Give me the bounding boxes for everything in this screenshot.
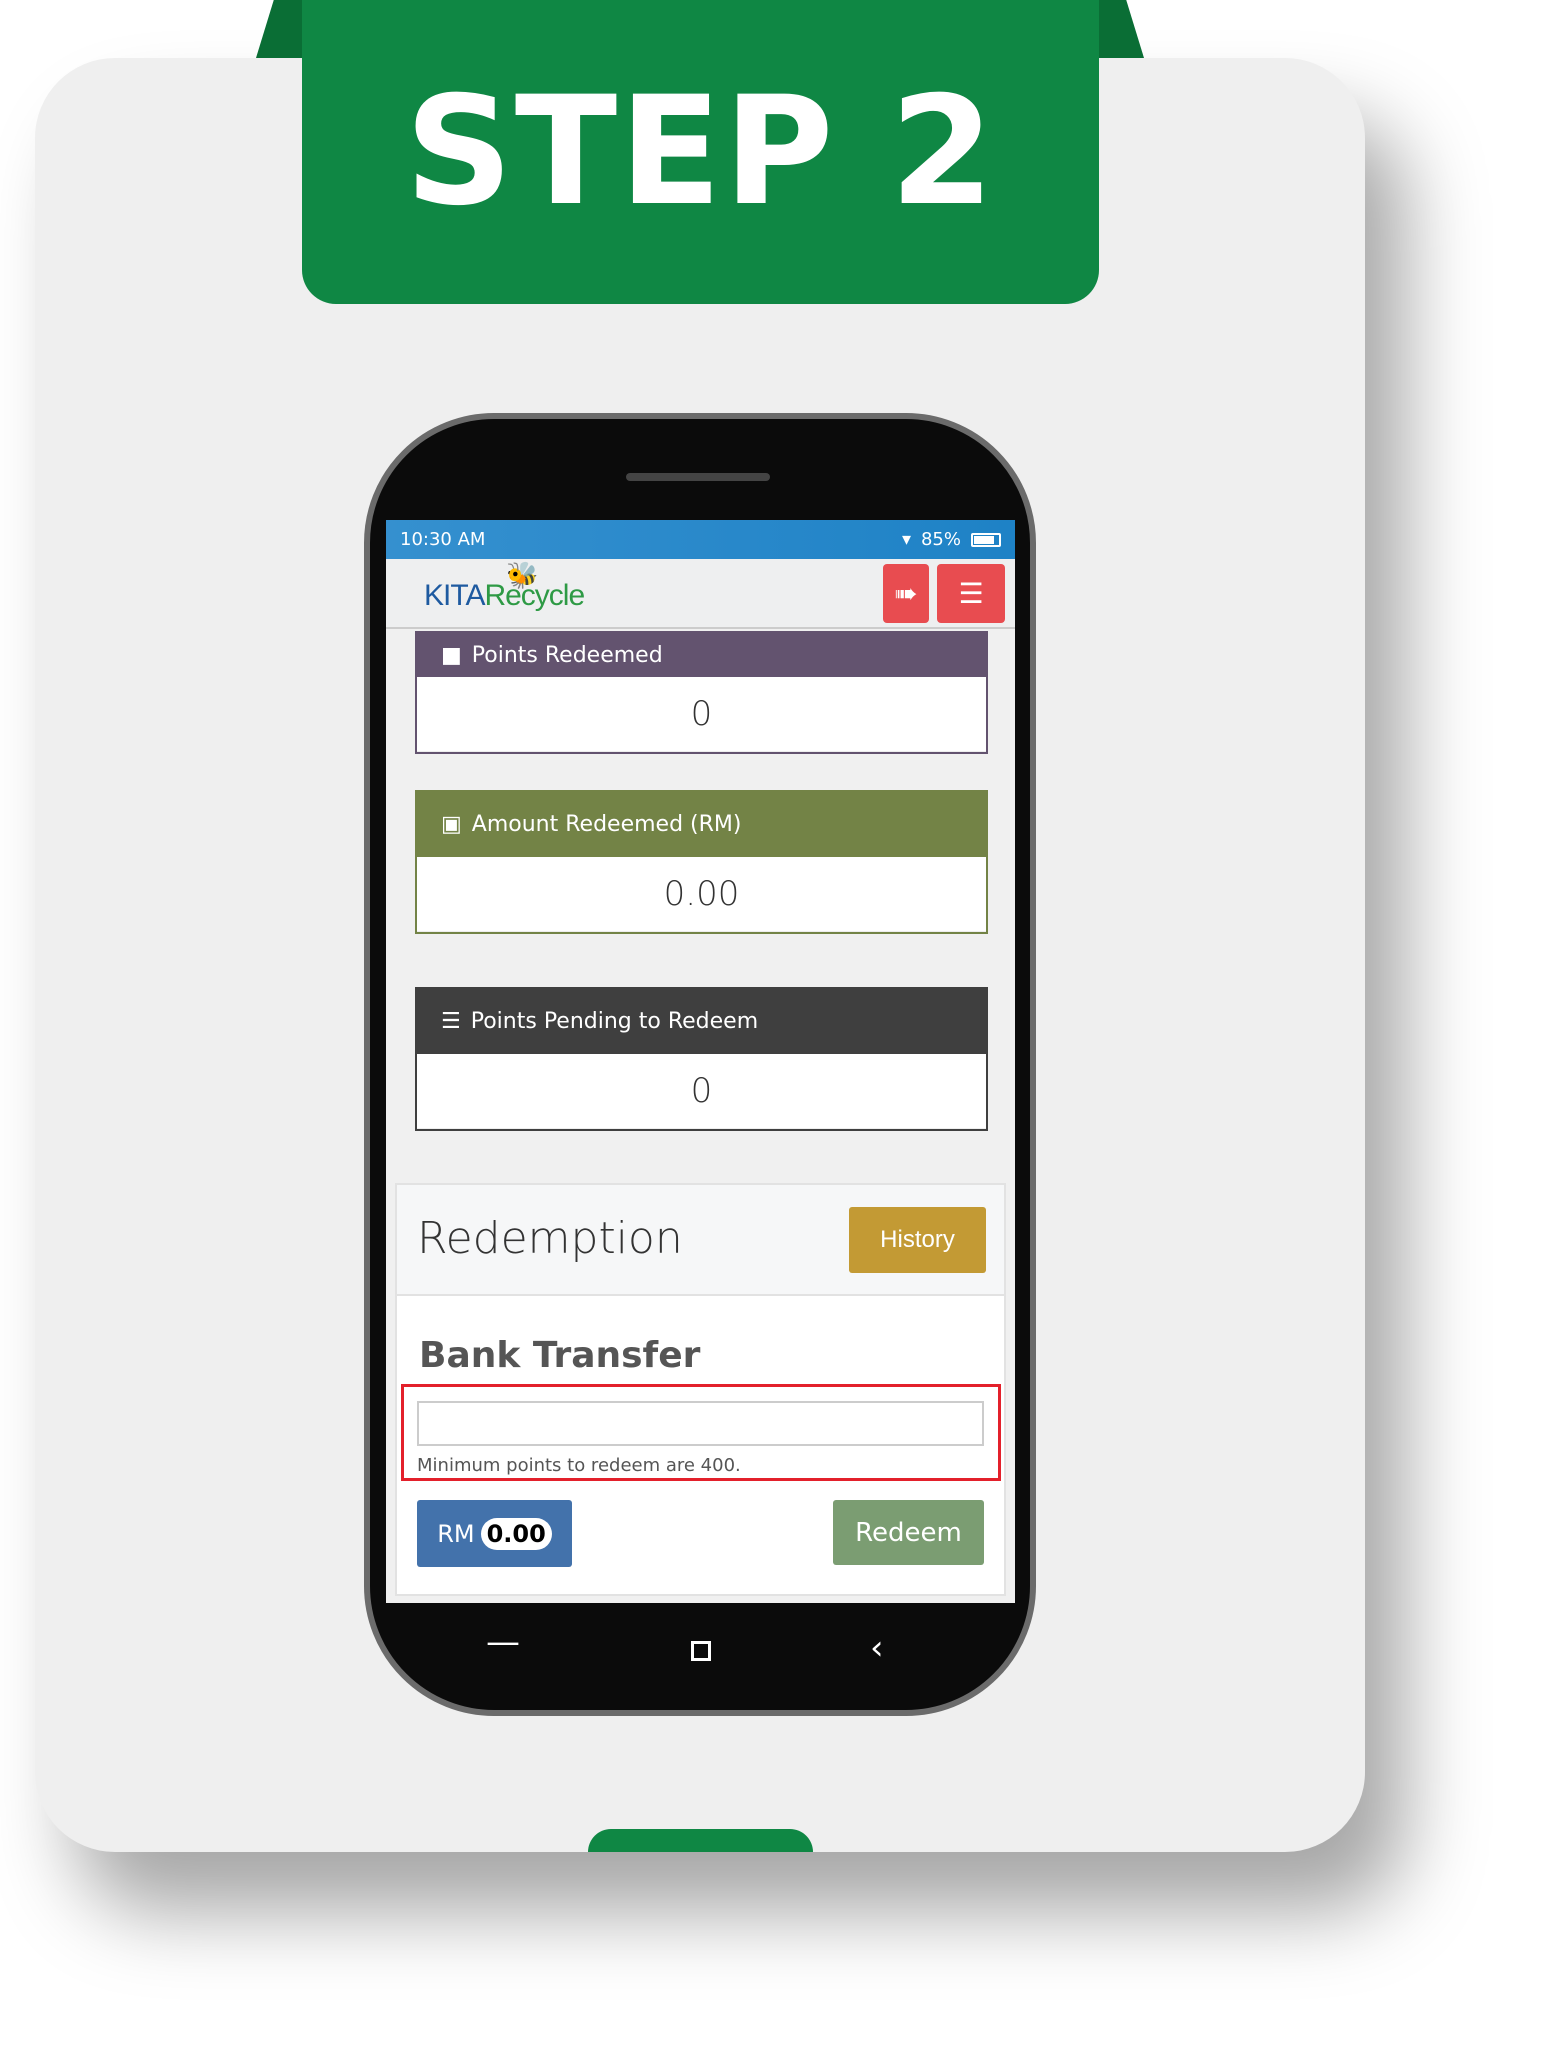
- stat-value: 0.00: [417, 857, 986, 932]
- gift-icon: ■: [441, 642, 462, 668]
- redemption-header: Redemption History: [397, 1185, 1004, 1296]
- step-title: STEP 2: [404, 65, 997, 239]
- minimum-points-hint: Minimum points to redeem are 400.: [417, 1455, 741, 1476]
- status-time: 10:30 AM: [400, 529, 486, 550]
- battery-icon: [971, 532, 1001, 547]
- stat-points-redeemed: ■ Points Redeemed 0: [415, 631, 988, 754]
- menu-button[interactable]: ☰: [937, 564, 1005, 623]
- step-banner: STEP 2: [302, 0, 1099, 304]
- wifi-icon: ▾: [901, 529, 911, 550]
- money-icon: ▣: [441, 812, 462, 837]
- stat-value: 0: [417, 677, 986, 752]
- redemption-title: Redemption: [417, 1213, 683, 1264]
- history-button[interactable]: History: [849, 1207, 986, 1273]
- stat-value: 0: [417, 1054, 986, 1129]
- home-icon[interactable]: [691, 1641, 711, 1661]
- rm-amount-button[interactable]: RM 0.00: [417, 1500, 572, 1567]
- bank-transfer-title: Bank Transfer: [419, 1335, 701, 1376]
- battery-level: 85%: [920, 529, 961, 550]
- recent-apps-icon[interactable]: —: [486, 1622, 520, 1662]
- stat-label: Points Redeemed: [471, 642, 663, 668]
- hamburger-icon: ☰: [958, 577, 984, 610]
- logo-text-kita: KITA: [424, 579, 485, 612]
- status-bar: 10:30 AM ▾ 85%: [386, 520, 1015, 559]
- bee-icon: 🐝: [506, 561, 539, 591]
- phone-screen: 10:30 AM ▾ 85% KITARecycle 🐝 ➠ ☰ ■ Points …: [386, 520, 1015, 1603]
- kitarecycle-logo[interactable]: KITARecycle: [424, 579, 585, 613]
- stat-header: ☰ Points Pending to Redeem: [417, 989, 986, 1054]
- sign-out-icon: ➠: [894, 577, 918, 610]
- stat-header: ■ Points Redeemed: [417, 633, 986, 677]
- logout-button[interactable]: ➠: [883, 564, 929, 623]
- stat-points-pending: ☰ Points Pending to Redeem 0: [415, 987, 988, 1131]
- stat-amount-redeemed: ▣ Amount Redeemed (RM) 0.00: [415, 790, 988, 934]
- stat-label: Points Pending to Redeem: [470, 1009, 759, 1034]
- redeem-points-input[interactable]: [417, 1401, 984, 1446]
- redeem-button[interactable]: Redeem: [833, 1500, 984, 1565]
- bottom-tab: [588, 1829, 813, 1852]
- stat-header: ▣ Amount Redeemed (RM): [417, 792, 986, 857]
- phone-speaker: [626, 473, 770, 481]
- rm-value-badge: 0.00: [480, 1517, 552, 1550]
- back-icon[interactable]: ‹: [870, 1628, 884, 1668]
- app-header: KITARecycle 🐝 ➠ ☰: [386, 559, 1015, 629]
- stat-label: Amount Redeemed (RM): [471, 812, 742, 837]
- redemption-panel: Redemption History Bank Transfer Minimum…: [395, 1183, 1006, 1596]
- list-icon: ☰: [441, 1009, 461, 1034]
- rm-label: RM: [437, 1519, 475, 1548]
